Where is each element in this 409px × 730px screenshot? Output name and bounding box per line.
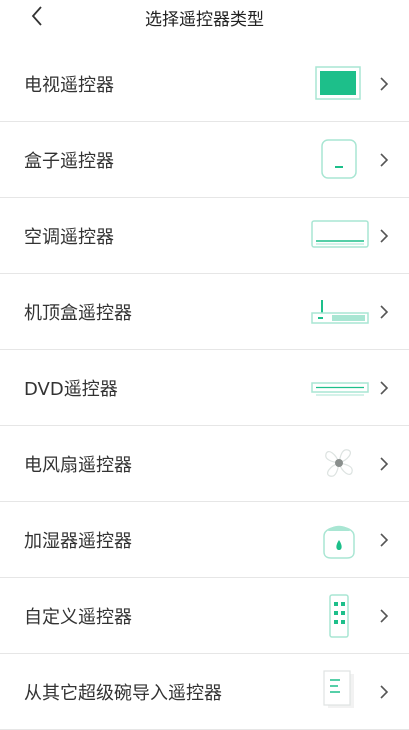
page-title: 选择遥控器类型 bbox=[145, 10, 264, 30]
chevron-right-icon bbox=[380, 305, 389, 319]
import-document-icon bbox=[323, 670, 354, 708]
air-conditioner-icon bbox=[311, 220, 369, 248]
list-item-label: 自定义遥控器 bbox=[24, 607, 132, 628]
list-item-tv[interactable]: 电视遥控器 bbox=[0, 46, 409, 122]
list-item-set-top-box[interactable]: 机顶盒遥控器 bbox=[0, 274, 409, 350]
list-item-label: DVD遥控器 bbox=[24, 379, 118, 400]
list-item-label: 从其它超级碗导入遥控器 bbox=[24, 683, 222, 704]
list-item-humidifier[interactable]: 加湿器遥控器 bbox=[0, 502, 409, 578]
list-item-box[interactable]: 盒子遥控器 bbox=[0, 122, 409, 198]
list-item-air-conditioner[interactable]: 空调遥控器 bbox=[0, 198, 409, 274]
chevron-right-icon bbox=[380, 685, 389, 699]
tv-icon bbox=[315, 66, 361, 100]
box-icon bbox=[321, 139, 357, 179]
chevron-right-icon bbox=[380, 229, 389, 243]
list-item-label: 空调遥控器 bbox=[24, 227, 114, 248]
list-item-custom[interactable]: 自定义遥控器 bbox=[0, 578, 409, 654]
list-item-label: 电视遥控器 bbox=[24, 75, 114, 96]
chevron-right-icon bbox=[380, 153, 389, 167]
custom-remote-icon bbox=[329, 594, 349, 638]
chevron-right-icon bbox=[380, 609, 389, 623]
list-item-fan[interactable]: 电风扇遥控器 bbox=[0, 426, 409, 502]
remote-type-list: 电视遥控器 盒子遥控器 空调遥控器 机顶盒遥控器 DVD遥控器 电风扇遥控器 加… bbox=[0, 46, 409, 730]
list-item-dvd[interactable]: DVD遥控器 bbox=[0, 350, 409, 426]
humidifier-icon bbox=[323, 525, 355, 559]
chevron-right-icon bbox=[380, 457, 389, 471]
chevron-right-icon bbox=[380, 533, 389, 547]
chevron-right-icon bbox=[380, 381, 389, 395]
fan-icon bbox=[325, 449, 353, 477]
header: 选择遥控器类型 bbox=[0, 0, 409, 34]
list-item-label: 盒子遥控器 bbox=[24, 151, 114, 172]
dvd-player-icon bbox=[311, 382, 369, 396]
list-item-label: 机顶盒遥控器 bbox=[24, 303, 132, 324]
list-item-label: 加湿器遥控器 bbox=[24, 531, 132, 552]
set-top-box-icon bbox=[311, 300, 369, 324]
list-item-label: 电风扇遥控器 bbox=[24, 455, 132, 476]
list-item-import[interactable]: 从其它超级碗导入遥控器 bbox=[0, 654, 409, 730]
chevron-right-icon bbox=[380, 77, 389, 91]
